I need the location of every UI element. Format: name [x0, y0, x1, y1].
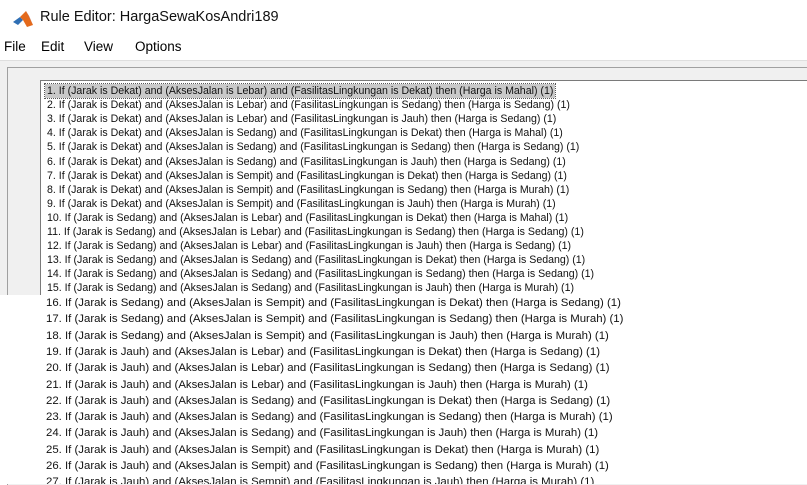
rule-item[interactable]: 13. If (Jarak is Sedang) and (AksesJalan…	[47, 253, 585, 267]
rule-item[interactable]: 6. If (Jarak is Dekat) and (AksesJalan i…	[47, 155, 566, 169]
menu-edit[interactable]: Edit	[41, 39, 64, 54]
rule-item[interactable]: 2. If (Jarak is Dekat) and (AksesJalan i…	[47, 98, 570, 112]
rule-item[interactable]: 11. If (Jarak is Sedang) and (AksesJalan…	[47, 225, 584, 239]
menu-bar: File Edit View Options	[0, 36, 807, 61]
rule-item[interactable]: 25. If (Jarak is Jauh) and (AksesJalan i…	[46, 443, 599, 457]
rule-item[interactable]: 19. If (Jarak is Jauh) and (AksesJalan i…	[46, 345, 600, 359]
rule-item-selected[interactable]: 1. If (Jarak is Dekat) and (AksesJalan i…	[43, 83, 557, 99]
rule-item[interactable]: 26. If (Jarak is Jauh) and (AksesJalan i…	[46, 459, 609, 473]
menu-file[interactable]: File	[4, 39, 26, 54]
menu-options[interactable]: Options	[135, 39, 182, 54]
title-bar: Rule Editor: HargaSewaKosAndri189	[0, 0, 807, 36]
rule-item[interactable]: 8. If (Jarak is Dekat) and (AksesJalan i…	[47, 183, 569, 197]
rule-item[interactable]: 21. If (Jarak is Jauh) and (AksesJalan i…	[46, 378, 588, 392]
menu-view[interactable]: View	[84, 39, 113, 54]
rule-item[interactable]: 5. If (Jarak is Dekat) and (AksesJalan i…	[47, 140, 579, 154]
matlab-logo-icon	[13, 11, 33, 27]
rule-item[interactable]: 15. If (Jarak is Sedang) and (AksesJalan…	[47, 281, 574, 295]
rule-item[interactable]: 14. If (Jarak is Sedang) and (AksesJalan…	[47, 267, 594, 281]
rule-item[interactable]: 16. If (Jarak is Sedang) and (AksesJalan…	[46, 296, 621, 310]
rules-list-continued[interactable]: 16. If (Jarak is Sedang) and (AksesJalan…	[40, 295, 807, 484]
rule-item[interactable]: 12. If (Jarak is Sedang) and (AksesJalan…	[47, 239, 571, 253]
rule-item[interactable]: 3. If (Jarak is Dekat) and (AksesJalan i…	[47, 112, 556, 126]
window-title: Rule Editor: HargaSewaKosAndri189	[40, 9, 279, 25]
rule-item[interactable]: 10. If (Jarak is Sedang) and (AksesJalan…	[47, 211, 568, 225]
rule-item[interactable]: 23. If (Jarak is Jauh) and (AksesJalan i…	[46, 410, 613, 424]
rule-item[interactable]: 24. If (Jarak is Jauh) and (AksesJalan i…	[46, 426, 598, 440]
rule-item[interactable]: 20. If (Jarak is Jauh) and (AksesJalan i…	[46, 361, 610, 375]
rule-item[interactable]: 9. If (Jarak is Dekat) and (AksesJalan i…	[47, 197, 556, 211]
rule-item[interactable]: 22. If (Jarak is Jauh) and (AksesJalan i…	[46, 394, 610, 408]
rule-item[interactable]: 4. If (Jarak is Dekat) and (AksesJalan i…	[47, 126, 563, 140]
rules-list[interactable]: 1. If (Jarak is Dekat) and (AksesJalan i…	[40, 80, 807, 296]
rule-item[interactable]: 27. If (Jarak is Jauh) and (AksesJalan i…	[46, 475, 594, 484]
rule-item[interactable]: 18. If (Jarak is Sedang) and (AksesJalan…	[46, 329, 609, 343]
rule-item[interactable]: 7. If (Jarak is Dekat) and (AksesJalan i…	[47, 169, 567, 183]
rule-item[interactable]: 17. If (Jarak is Sedang) and (AksesJalan…	[46, 312, 623, 326]
rules-list-margin	[0, 295, 40, 484]
